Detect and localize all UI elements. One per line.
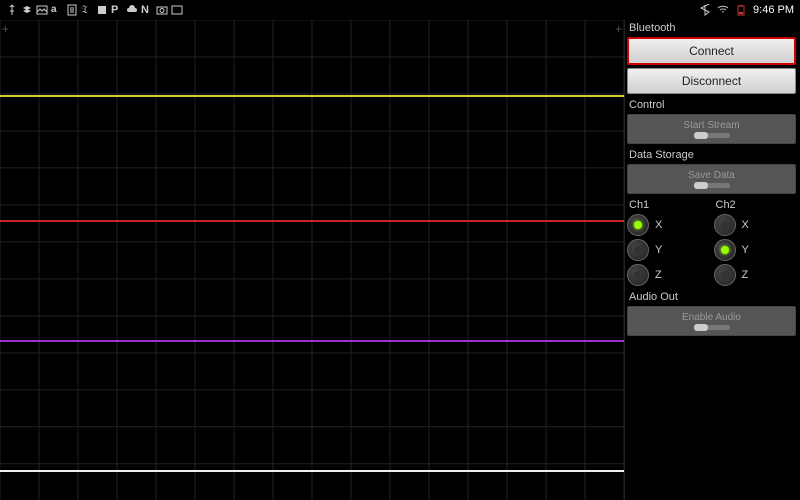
ch2-z-label: Z [742, 269, 749, 281]
doc-icon [66, 4, 78, 16]
save-data-text: Save Data [688, 170, 735, 181]
save-data-toggle [694, 183, 730, 188]
ch2-x-label: X [742, 219, 749, 231]
status-bar: a 𝔗 P N 9:46 PM [0, 0, 800, 20]
channel-2-column: Ch2 X Y Z [714, 197, 797, 289]
bluetooth-label: Bluetooth [627, 20, 796, 37]
save-data-button[interactable]: Save Data [627, 164, 796, 194]
amazon-icon: a [51, 4, 63, 16]
ch1-y-radio[interactable] [627, 239, 649, 261]
enable-audio-toggle [694, 325, 730, 330]
ch2-x-row: X [714, 214, 797, 236]
ch1-x-row: X [627, 214, 710, 236]
ch1-z-row: Z [627, 264, 710, 286]
status-left-icons: a 𝔗 P N [6, 4, 183, 16]
control-label: Control [627, 97, 796, 114]
enable-audio-button[interactable]: Enable Audio [627, 306, 796, 336]
connect-button[interactable]: Connect [627, 37, 796, 65]
ch1-x-radio[interactable] [627, 214, 649, 236]
trace-white [0, 470, 624, 472]
nyt-icon: 𝔗 [81, 4, 93, 16]
netflix-icon: N [141, 4, 153, 16]
ch2-z-radio[interactable] [714, 264, 736, 286]
ch2-y-label: Y [742, 244, 749, 256]
status-right: 9:46 PM [699, 4, 794, 16]
trace-yellow [0, 95, 624, 97]
ch1-y-label: Y [655, 244, 662, 256]
status-time: 9:46 PM [753, 4, 794, 16]
trace-purple [0, 340, 624, 342]
picture-icon [36, 4, 48, 16]
ch1-label: Ch1 [627, 197, 710, 214]
cloud-icon [126, 4, 138, 16]
ch1-z-label: Z [655, 269, 662, 281]
audio-label: Audio Out [627, 289, 796, 306]
graph-grid [0, 20, 624, 500]
enable-audio-text: Enable Audio [682, 312, 741, 323]
ch2-y-row: Y [714, 239, 797, 261]
signal-graph: + + [0, 20, 625, 500]
ch1-y-row: Y [627, 239, 710, 261]
start-stream-button[interactable]: Start Stream [627, 114, 796, 144]
start-stream-toggle [694, 133, 730, 138]
ch2-z-row: Z [714, 264, 797, 286]
app-icon [96, 4, 108, 16]
ch2-y-radio[interactable] [714, 239, 736, 261]
ch2-x-radio[interactable] [714, 214, 736, 236]
ch1-x-label: X [655, 219, 662, 231]
camera-icon [156, 4, 168, 16]
pandora-icon: P [111, 4, 123, 16]
ch2-label: Ch2 [714, 197, 797, 214]
usb-icon [6, 4, 18, 16]
gallery-icon [171, 4, 183, 16]
channel-1-column: Ch1 X Y Z [627, 197, 710, 289]
wifi-icon [717, 4, 729, 16]
disconnect-button[interactable]: Disconnect [627, 68, 796, 94]
battery-icon [735, 4, 747, 16]
control-panel: Bluetooth Connect Disconnect Control Sta… [625, 20, 800, 500]
bluetooth-icon [699, 4, 711, 16]
dropbox-icon [21, 4, 33, 16]
ch1-z-radio[interactable] [627, 264, 649, 286]
start-stream-text: Start Stream [683, 120, 739, 131]
trace-red [0, 220, 624, 222]
storage-label: Data Storage [627, 147, 796, 164]
